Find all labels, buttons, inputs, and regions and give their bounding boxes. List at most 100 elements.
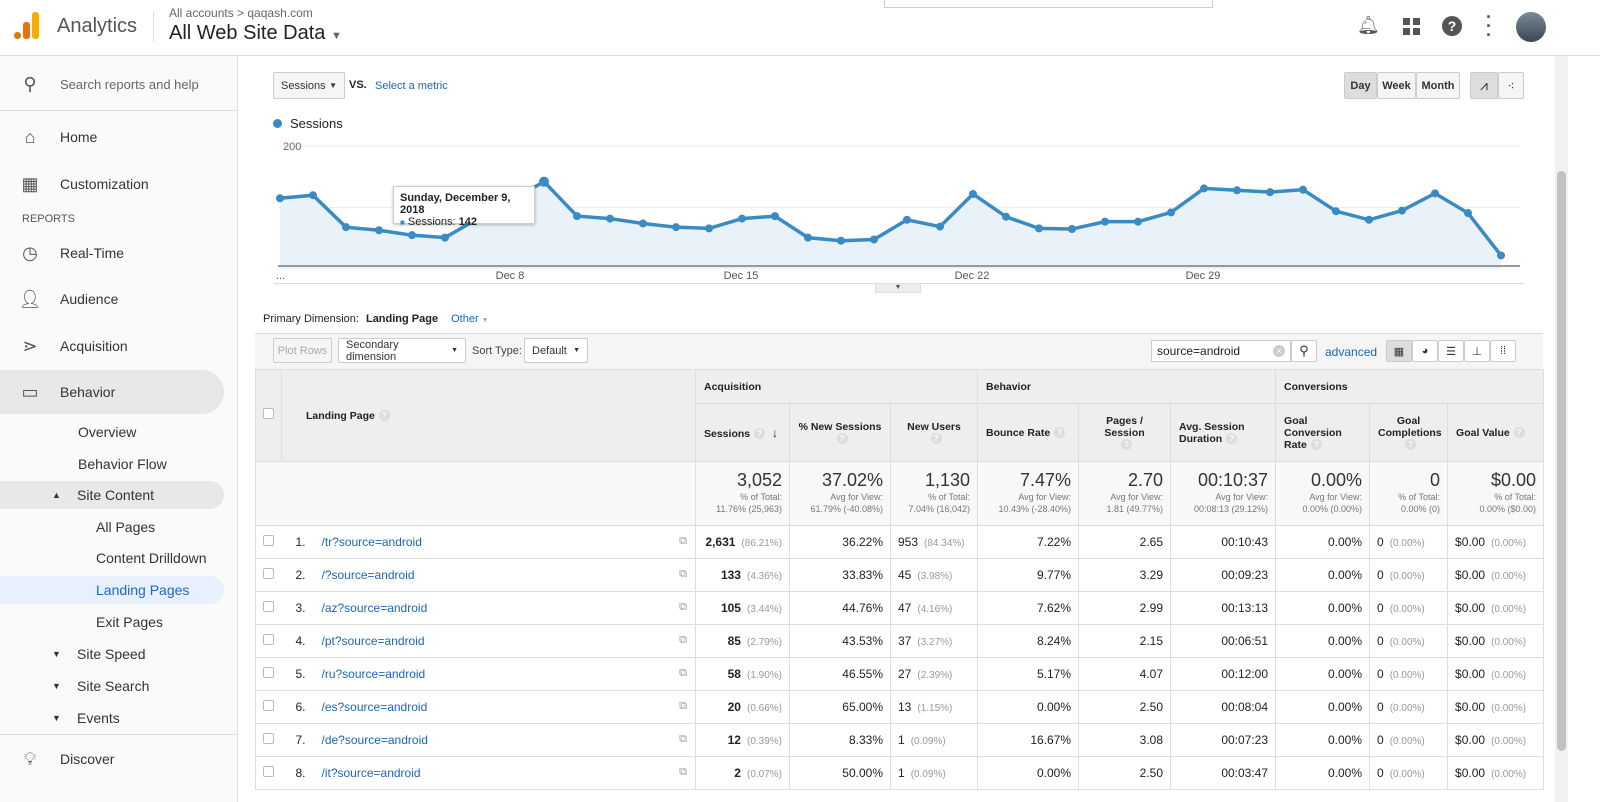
help-icon: ? xyxy=(1121,439,1133,451)
row-checkbox[interactable] xyxy=(263,601,275,612)
sessions-value: 58 xyxy=(727,667,741,681)
sidebar-item-all-pages[interactable]: All Pages xyxy=(0,513,224,541)
landing-page-link[interactable]: /tr?source=android xyxy=(322,535,422,549)
column-sessions[interactable]: Sessions? ↓ xyxy=(695,403,790,462)
goal-completions-value: 0 xyxy=(1377,535,1384,549)
pages-session-value: 2.50 xyxy=(1078,756,1172,790)
column-new-sessions-pct[interactable]: % New Sessions? xyxy=(789,403,891,462)
column-goal-value[interactable]: Goal Value? xyxy=(1447,403,1545,462)
dimension-other[interactable]: Other ▼ xyxy=(451,313,489,325)
secondary-dimension-dropdown[interactable]: Secondary dimension ▼ xyxy=(338,338,466,363)
collapse-chart-handle[interactable]: ▼ xyxy=(875,283,921,293)
landing-page-link[interactable]: /de?source=android xyxy=(322,733,428,747)
total-cell: 3,052% of Total: 11.76% (25,963) xyxy=(695,461,790,526)
label: Site Content xyxy=(77,487,155,503)
goal-value-pct: (0.00%) xyxy=(1491,637,1527,648)
table-row: 8. /it?source=android ⧉ 2 (0.07%) 50.00% 1 (0.0… xyxy=(255,756,1545,790)
row-checkbox[interactable] xyxy=(263,667,275,678)
column-avg-session-duration[interactable]: Avg. Session Duration? xyxy=(1170,403,1277,462)
landing-page-link[interactable]: /az?source=android xyxy=(322,601,428,615)
column-new-users[interactable]: New Users? xyxy=(889,403,979,462)
table-view-icon[interactable]: ▦ xyxy=(1386,340,1412,362)
sidebar-item-site-content[interactable]: ▲ Site Content xyxy=(0,481,224,509)
sidebar-item-site-search[interactable]: ▼ Site Search xyxy=(0,672,224,700)
data-point xyxy=(804,233,812,242)
table-search-input[interactable]: source=android × xyxy=(1151,340,1291,362)
row-index: 7. xyxy=(295,733,306,747)
sidebar-item-content-drilldown[interactable]: Content Drilldown xyxy=(0,544,224,572)
open-external-icon[interactable]: ⧉ xyxy=(679,766,687,779)
bounce-rate-value: 16.67% xyxy=(977,723,1080,757)
new-sessions-value: 33.83% xyxy=(789,558,891,592)
new-users-pct: (1.15%) xyxy=(917,703,953,714)
chart-tooltip: Sunday, December 9, 2018 ■ Sessions: 142 xyxy=(393,186,535,228)
landing-page-link[interactable]: /?source=android xyxy=(322,568,415,582)
sort-type-dropdown[interactable]: Default ▼ xyxy=(524,338,588,363)
open-external-icon[interactable]: ⧉ xyxy=(679,568,687,581)
landing-page-link[interactable]: /pt?source=android xyxy=(322,634,425,648)
sidebar-item-landing-pages[interactable]: Landing Pages xyxy=(0,576,224,604)
sidebar-item-overview[interactable]: Overview xyxy=(0,418,224,446)
search-button[interactable]: ⚲ xyxy=(1291,340,1317,362)
open-external-icon[interactable]: ⧉ xyxy=(679,733,687,746)
row-checkbox[interactable] xyxy=(263,733,275,744)
column-bounce-rate[interactable]: Bounce Rate? xyxy=(977,403,1080,462)
caret-down-icon: ▼ xyxy=(52,681,61,691)
totals-row: 3,052% of Total: 11.76% (25,963) 37.02% Avg… xyxy=(255,461,1545,526)
sort-desc-icon[interactable]: ↓ xyxy=(772,426,778,440)
select-all-checkbox[interactable] xyxy=(263,408,274,419)
column-pages-per-session[interactable]: Pages / Session? xyxy=(1078,403,1172,462)
goal-completions-value: 0 xyxy=(1377,766,1384,780)
open-external-icon[interactable]: ⧉ xyxy=(679,535,687,548)
data-point xyxy=(1365,215,1373,224)
pivot-view-icon[interactable]: ⁞⁞ xyxy=(1490,340,1516,362)
data-point xyxy=(1431,189,1439,198)
caret-down-icon: ▼ xyxy=(52,649,61,659)
goal-conversion-value: 0.00% xyxy=(1275,657,1371,691)
row-checkbox[interactable] xyxy=(263,634,275,645)
goal-completions-value: 0 xyxy=(1377,700,1384,714)
row-checkbox[interactable] xyxy=(263,535,275,546)
sidebar-item-discover[interactable]: 💡︎ Discover xyxy=(0,737,224,781)
duration-value: 00:12:00 xyxy=(1170,657,1277,691)
data-point xyxy=(969,189,977,198)
sidebar-item-acquisition[interactable]: ⋗ Acquisition xyxy=(0,324,224,368)
sidebar-item-site-speed[interactable]: ▼ Site Speed xyxy=(0,640,224,668)
sidebar-item-events[interactable]: ▼ Events xyxy=(0,704,224,732)
data-point xyxy=(705,224,713,233)
sidebar-item-behavior[interactable]: ▭ Behavior xyxy=(0,370,224,414)
row-checkbox[interactable] xyxy=(263,700,275,711)
open-external-icon[interactable]: ⧉ xyxy=(679,634,687,647)
data-point xyxy=(408,231,416,240)
landing-page-link[interactable]: /it?source=android xyxy=(322,766,421,780)
pie-view-icon[interactable]: ◕ xyxy=(1412,340,1438,362)
bounce-rate-value: 0.00% xyxy=(977,756,1080,790)
plot-rows-button[interactable]: Plot Rows xyxy=(273,338,332,363)
sidebar-item-exit-pages[interactable]: Exit Pages xyxy=(0,608,224,636)
table-row: 7. /de?source=android ⧉ 12 (0.39%) 8.33% 1 (0.0… xyxy=(255,723,1545,757)
total-cell: 0.00% Avg for View: 0.00% (0.00%) xyxy=(1275,461,1371,526)
x-tick-label: ... xyxy=(276,270,285,282)
goal-value-pct: (0.00%) xyxy=(1491,604,1527,615)
column-goal-conversion-rate[interactable]: Goal Conversion Rate? xyxy=(1275,403,1371,462)
row-checkbox[interactable] xyxy=(263,568,275,579)
clear-icon[interactable]: × xyxy=(1273,345,1285,357)
open-external-icon[interactable]: ⧉ xyxy=(679,601,687,614)
column-landing-page[interactable]: Landing Page? xyxy=(281,369,696,462)
new-users-value: 27 xyxy=(898,667,912,681)
performance-view-icon[interactable]: ☰ xyxy=(1438,340,1464,362)
column-goal-completions[interactable]: Goal Completions? xyxy=(1369,403,1449,462)
comparison-view-icon[interactable]: ⊥ xyxy=(1464,340,1490,362)
behavior-icon: ▭ xyxy=(21,381,39,402)
landing-page-link[interactable]: /es?source=android xyxy=(322,700,428,714)
sessions-pct: (0.39%) xyxy=(746,736,782,747)
sidebar-item-behavior-flow[interactable]: Behavior Flow xyxy=(0,450,224,478)
new-users-pct: (84.34%) xyxy=(924,538,965,549)
row-checkbox[interactable] xyxy=(263,766,275,777)
open-external-icon[interactable]: ⧉ xyxy=(679,700,687,713)
landing-page-link[interactable]: /ru?source=android xyxy=(322,667,426,681)
new-users-value: 47 xyxy=(898,601,912,615)
open-external-icon[interactable]: ⧉ xyxy=(679,667,687,680)
advanced-filter-link[interactable]: advanced xyxy=(1325,345,1377,359)
dimension-landing-page[interactable]: Landing Page xyxy=(366,313,438,325)
